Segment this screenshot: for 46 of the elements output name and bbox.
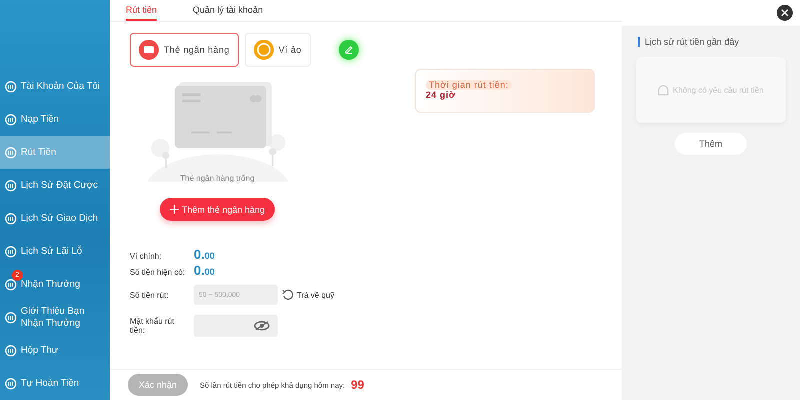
history-title: Lịch sử rút tiền gần đây: [638, 37, 740, 47]
sidebar-item[interactable]: Lịch Sử Giao Dịch: [0, 202, 110, 235]
menu-item-icon: [5, 278, 17, 290]
balance-value: 0.00: [194, 263, 215, 278]
sidebar-item[interactable]: Tài Khoản Của Tôi: [0, 70, 110, 103]
more-button[interactable]: Thêm: [675, 133, 747, 155]
sidebar-item[interactable]: Nạp Tiền: [0, 103, 110, 136]
refresh-icon: [282, 289, 294, 301]
add-bank-card-button[interactable]: Thêm thẻ ngân hàng: [160, 198, 276, 221]
empty-message: Thẻ ngân hàng trống: [180, 174, 255, 183]
sidebar-item[interactable]: Hộp Thư: [0, 334, 110, 367]
hidden-eye-icon[interactable]: [254, 321, 270, 331]
sidebar-item[interactable]: Giới Thiệu Bạn Nhận Thưởng: [0, 301, 110, 334]
plus-icon: [170, 205, 179, 214]
sidebar-item[interactable]: Lịch Sử Đặt Cược: [0, 169, 110, 202]
password-label: Mật khẩu rút tiền:: [130, 317, 176, 335]
tab[interactable]: Quản lý tài khoản: [193, 1, 264, 21]
password-field[interactable]: [194, 315, 278, 337]
balance-value: 0.00: [194, 247, 215, 262]
menu-item-icon: [5, 180, 17, 192]
balance-label: Ví chính:: [130, 252, 163, 261]
menu-item-icon: [5, 114, 17, 126]
tab[interactable]: Rút tiền: [126, 1, 158, 21]
payment-method-tab[interactable]: Ví ảo: [244, 33, 311, 67]
menu-item-icon: [5, 344, 17, 356]
notice-label: Thời gian rút tiền:: [426, 80, 512, 90]
notice-value: 24 giờ: [426, 90, 457, 100]
menu-item-icon: [5, 312, 17, 324]
sidebar-item[interactable]: Rút Tiền: [0, 136, 110, 169]
menu-item-icon: [5, 146, 17, 158]
menu-item-icon: [5, 212, 17, 224]
amount-label: Số tiền rút:: [130, 290, 170, 300]
coin-icon: [254, 40, 274, 60]
limit-count: 99: [351, 378, 364, 392]
close-icon[interactable]: [777, 5, 793, 21]
return-to-wallet-link[interactable]: Trả về quỹ: [297, 290, 334, 300]
pencil-icon: [342, 44, 355, 56]
card-icon: [139, 40, 159, 60]
sidebar-item[interactable]: Lịch Sử Lãi Lỗ: [0, 235, 110, 268]
payment-method-tab[interactable]: Thẻ ngân hàng: [130, 33, 239, 67]
menu-item-icon: [5, 80, 17, 92]
balance-label: Số tiền hiện có:: [130, 268, 186, 277]
menu-item-icon: [5, 246, 17, 258]
menu-item-icon: [5, 378, 17, 390]
inbox-icon: [658, 84, 670, 96]
sidebar-item[interactable]: Tự Hoàn Tiền: [0, 367, 110, 400]
